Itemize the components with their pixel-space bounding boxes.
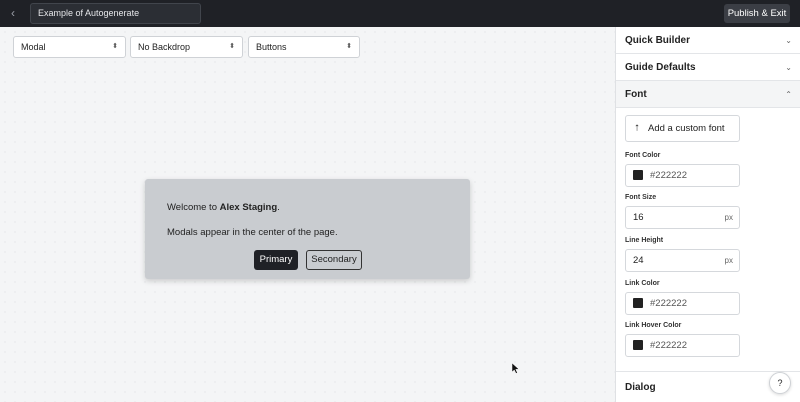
section-quick-builder-label: Quick Builder xyxy=(625,35,691,46)
font-size-unit: px xyxy=(724,213,733,222)
up-down-caret-icon: ⬍ xyxy=(346,43,352,50)
link-color-value: #222222 xyxy=(650,298,687,309)
preview-canvas: Modal ⬍ No Backdrop ⬍ Buttons ⬍ Welcome … xyxy=(0,27,615,402)
line-height-value: 24 xyxy=(633,255,644,266)
font-size-input[interactable]: 16 px xyxy=(625,206,740,229)
mouse-cursor-icon xyxy=(512,363,520,374)
top-bar: ‹ Example of Autogenerate Publish & Exit xyxy=(0,0,800,27)
section-quick-builder[interactable]: Quick Builder ⌄ xyxy=(616,27,800,54)
modal-welcome-name: Alex Staging xyxy=(219,202,278,213)
section-guide-defaults-label: Guide Defaults xyxy=(625,62,696,73)
color-swatch[interactable] xyxy=(633,170,643,180)
modal-welcome-text: Welcome to Alex Staging. xyxy=(167,202,280,213)
buttons-select[interactable]: Buttons ⬍ xyxy=(248,36,360,58)
section-font-label: Font xyxy=(625,89,647,100)
buttons-select-value: Buttons xyxy=(256,42,287,52)
font-color-value: #222222 xyxy=(650,170,687,181)
up-down-caret-icon: ⬍ xyxy=(229,43,235,50)
chevron-down-icon: ⌄ xyxy=(785,63,792,72)
chevron-left-icon[interactable]: ‹ xyxy=(6,5,20,21)
link-color-label: Link Color xyxy=(625,280,660,287)
font-color-label: Font Color xyxy=(625,152,661,159)
modal-body-text: Modals appear in the center of the page. xyxy=(167,227,338,238)
add-custom-font-label: Add a custom font xyxy=(648,123,725,134)
publish-exit-button[interactable]: Publish & Exit xyxy=(724,4,790,23)
color-swatch[interactable] xyxy=(633,340,643,350)
help-button[interactable]: ? xyxy=(769,372,791,394)
backdrop-select[interactable]: No Backdrop ⬍ xyxy=(130,36,243,58)
guide-type-select-value: Modal xyxy=(21,42,46,52)
link-hover-color-field[interactable]: #222222 xyxy=(625,334,740,357)
chevron-up-icon: ⌃ xyxy=(785,90,792,99)
backdrop-select-value: No Backdrop xyxy=(138,42,191,52)
link-hover-color-value: #222222 xyxy=(650,340,687,351)
upload-icon: ⭡ xyxy=(635,123,640,133)
color-swatch[interactable] xyxy=(633,298,643,308)
primary-button[interactable]: Primary xyxy=(254,250,298,270)
modal-preview[interactable]: Welcome to Alex Staging. Modals appear i… xyxy=(145,179,470,279)
line-height-unit: px xyxy=(724,256,733,265)
section-guide-defaults[interactable]: Guide Defaults ⌄ xyxy=(616,54,800,81)
line-height-label: Line Height xyxy=(625,237,664,244)
line-height-input[interactable]: 24 px xyxy=(625,249,740,272)
secondary-button[interactable]: Secondary xyxy=(306,250,362,270)
link-color-field[interactable]: #222222 xyxy=(625,292,740,315)
font-size-label: Font Size xyxy=(625,194,657,201)
section-dialog-label: Dialog xyxy=(625,382,656,393)
add-custom-font-button[interactable]: ⭡ Add a custom font xyxy=(625,115,740,142)
guide-type-select[interactable]: Modal ⬍ xyxy=(13,36,126,58)
chevron-down-icon: ⌄ xyxy=(785,36,792,45)
font-size-value: 16 xyxy=(633,212,644,223)
link-hover-color-label: Link Hover Color xyxy=(625,322,682,329)
settings-panel: Quick Builder ⌄ Guide Defaults ⌄ Font ⌃ … xyxy=(615,27,800,402)
font-color-field[interactable]: #222222 xyxy=(625,164,740,187)
section-font[interactable]: Font ⌃ xyxy=(616,81,800,108)
up-down-caret-icon: ⬍ xyxy=(112,43,118,50)
guide-title-input[interactable]: Example of Autogenerate xyxy=(30,3,201,24)
